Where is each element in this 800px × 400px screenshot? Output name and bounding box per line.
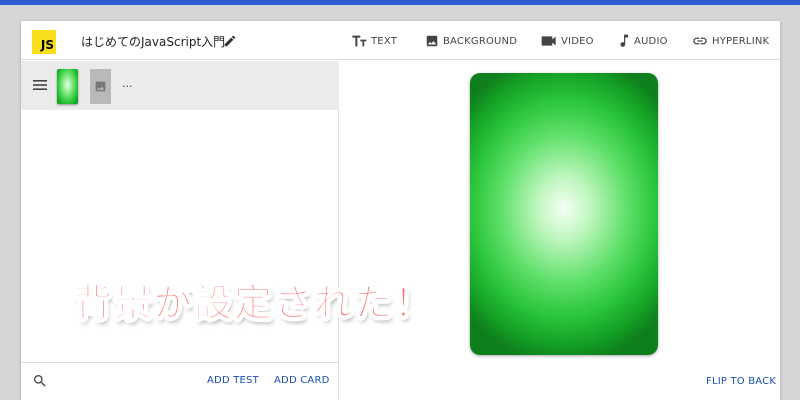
edit-title-button[interactable] [221,32,239,50]
text-format-icon [352,35,367,47]
deck-title: はじめてのJavaScript入門 [81,35,226,49]
card-back-thumbnail[interactable] [90,69,111,104]
card-list-footer: ADD TEST ADD CARD [21,362,339,400]
link-icon [693,37,707,45]
window-top-strip [0,0,800,5]
caption-overlay: 背景が設定された！ [73,281,435,326]
editor-window: JS はじめてのJavaScript入門 TEXT BACKGROUND VID… [21,21,780,400]
tool-background-label: BACKGROUND [443,35,518,47]
tool-text-button[interactable]: TEXT [351,32,397,50]
tool-video-button[interactable]: VIDEO [541,32,594,50]
tool-background-button[interactable]: BACKGROUND [425,32,517,50]
tool-hyperlink-button[interactable]: HYPERLINK [692,32,769,50]
toolbar: JS はじめてのJavaScript入門 TEXT BACKGROUND VID… [21,21,780,60]
image-placeholder-icon [95,81,106,92]
drag-handle-icon[interactable] [33,79,47,91]
card-list-item[interactable]: ... [21,61,339,110]
add-test-button[interactable]: ADD TEST [207,375,259,386]
js-logo: JS [32,30,56,54]
tool-audio-button[interactable]: AUDIO [618,32,668,50]
tool-audio-label: AUDIO [634,35,668,47]
card-preview[interactable] [470,73,658,355]
tool-text-label: TEXT [371,35,398,47]
tool-hyperlink-label: HYPERLINK [712,35,770,47]
music-note-icon [620,34,629,47]
search-icon[interactable] [32,373,48,389]
card-item-text: ... [122,77,133,90]
flip-to-back-button[interactable]: FLIP TO BACK [706,376,776,387]
pencil-icon [224,35,236,47]
tool-video-label: VIDEO [561,35,594,47]
image-icon [426,35,438,47]
video-camera-icon [541,36,556,46]
card-list-panel: ... ADD TEST ADD CARD [21,61,339,400]
add-card-button[interactable]: ADD CARD [274,375,330,386]
card-front-thumbnail[interactable] [57,69,78,104]
